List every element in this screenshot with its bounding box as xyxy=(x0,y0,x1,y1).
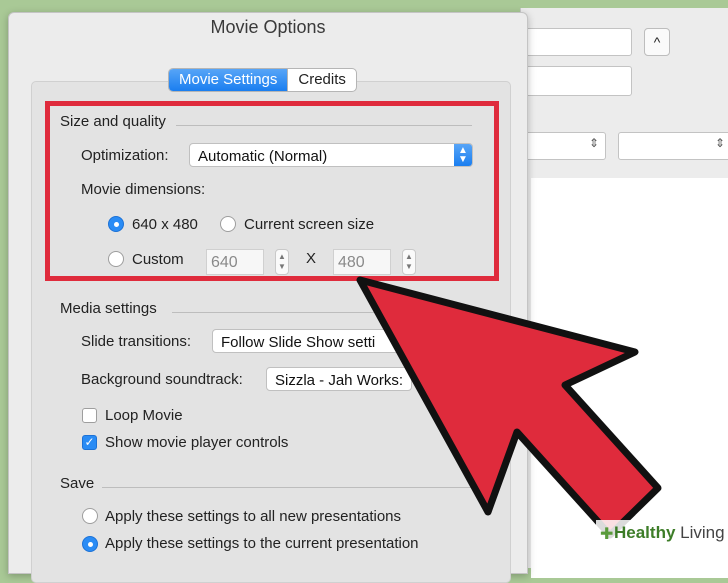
leaf-icon: ✚ xyxy=(600,526,614,543)
watermark-suffix: Living xyxy=(675,523,725,542)
watermark: ✚ Healthy Living xyxy=(596,520,728,546)
pointer-arrow-icon xyxy=(356,276,662,539)
watermark-prefix: Healthy xyxy=(614,523,676,542)
